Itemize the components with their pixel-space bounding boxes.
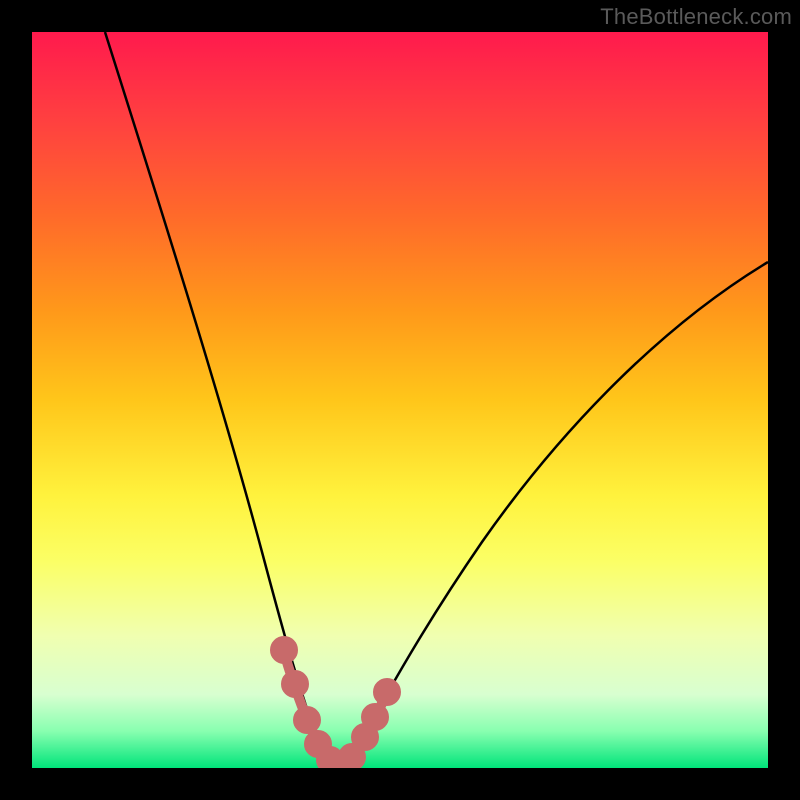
watermark-text: TheBottleneck.com [600, 4, 792, 30]
chart-frame: TheBottleneck.com [0, 0, 800, 800]
curve-path [105, 32, 768, 765]
chart-plot-area [32, 32, 768, 768]
bottleneck-curve [32, 32, 768, 768]
accent-segment [275, 641, 396, 768]
